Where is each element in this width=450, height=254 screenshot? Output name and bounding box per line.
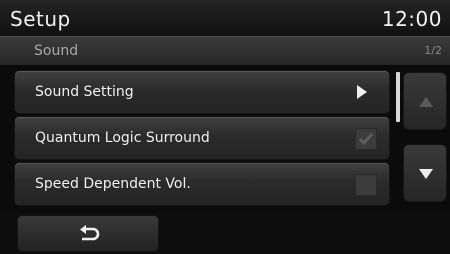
- scroll-down-button[interactable]: [403, 144, 447, 202]
- chevron-right-icon: [357, 85, 367, 99]
- menu-item-label: Speed Dependent Vol.: [35, 176, 191, 192]
- footer: [0, 212, 450, 254]
- clock: 12:00: [381, 7, 442, 31]
- menu-item-label: Quantum Logic Surround: [35, 130, 210, 146]
- back-button[interactable]: [17, 215, 159, 252]
- scroll-up-button[interactable]: [403, 72, 447, 130]
- arrow-down-icon: [419, 169, 433, 179]
- header: Setup 12:00: [0, 0, 450, 36]
- checkbox-speed-dependent-vol[interactable]: [355, 174, 377, 196]
- check-icon: [358, 133, 374, 146]
- menu-item-label: Sound Setting: [35, 84, 134, 100]
- menu-item-speed-dependent-vol[interactable]: Speed Dependent Vol.: [14, 162, 390, 206]
- page-indicator: 1/2: [424, 44, 442, 57]
- menu-item-sound-setting[interactable]: Sound Setting: [14, 70, 390, 114]
- checkbox-quantum-logic-surround[interactable]: [355, 128, 377, 150]
- scroll-indicator: [396, 72, 400, 122]
- section-title: Sound: [34, 43, 79, 59]
- setup-screen: Setup 12:00 Sound 1/2 Sound Setting Quan…: [0, 0, 450, 254]
- section-header: Sound 1/2: [0, 36, 450, 65]
- arrow-up-icon: [419, 97, 433, 107]
- menu-item-quantum-logic-surround[interactable]: Quantum Logic Surround: [14, 116, 390, 160]
- back-arrow-icon: [80, 225, 100, 241]
- page-title: Setup: [10, 7, 71, 31]
